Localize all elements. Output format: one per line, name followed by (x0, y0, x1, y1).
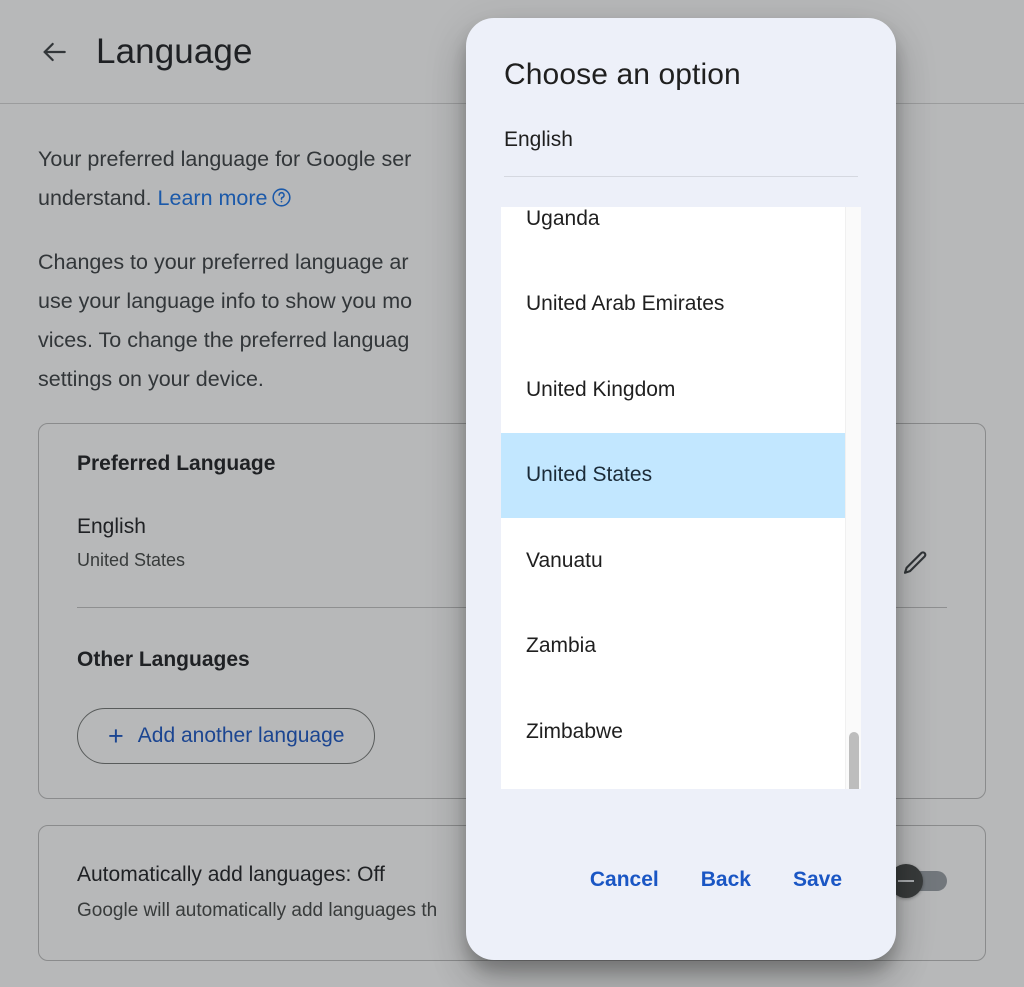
option-row[interactable]: Zambia (501, 603, 845, 689)
choose-an-option-dialog: Choose an option English Uganda United Ar… (466, 18, 896, 960)
dialog-title: Choose an option (504, 58, 741, 91)
dialog-divider (504, 176, 858, 177)
option-row[interactable]: Uganda (501, 207, 845, 262)
option-row[interactable]: United Kingdom (501, 347, 845, 433)
back-button[interactable]: Back (699, 862, 753, 898)
option-row[interactable]: United Arab Emirates (501, 261, 845, 347)
scrollbar-thumb[interactable] (849, 732, 859, 789)
option-row[interactable]: Zimbabwe (501, 689, 845, 775)
save-button[interactable]: Save (791, 862, 844, 898)
cancel-button[interactable]: Cancel (588, 862, 661, 898)
option-row[interactable]: United States (501, 432, 845, 518)
dialog-selected-value: English (504, 128, 573, 151)
dialog-actions: Cancel Back Save (466, 862, 896, 960)
option-list-scrollbar[interactable] (845, 207, 861, 789)
option-list-container: Uganda United Arab Emirates United Kingdom… (501, 207, 861, 789)
option-list[interactable]: Uganda United Arab Emirates United Kingdom… (501, 207, 845, 789)
option-row[interactable]: Vanuatu (501, 518, 845, 604)
